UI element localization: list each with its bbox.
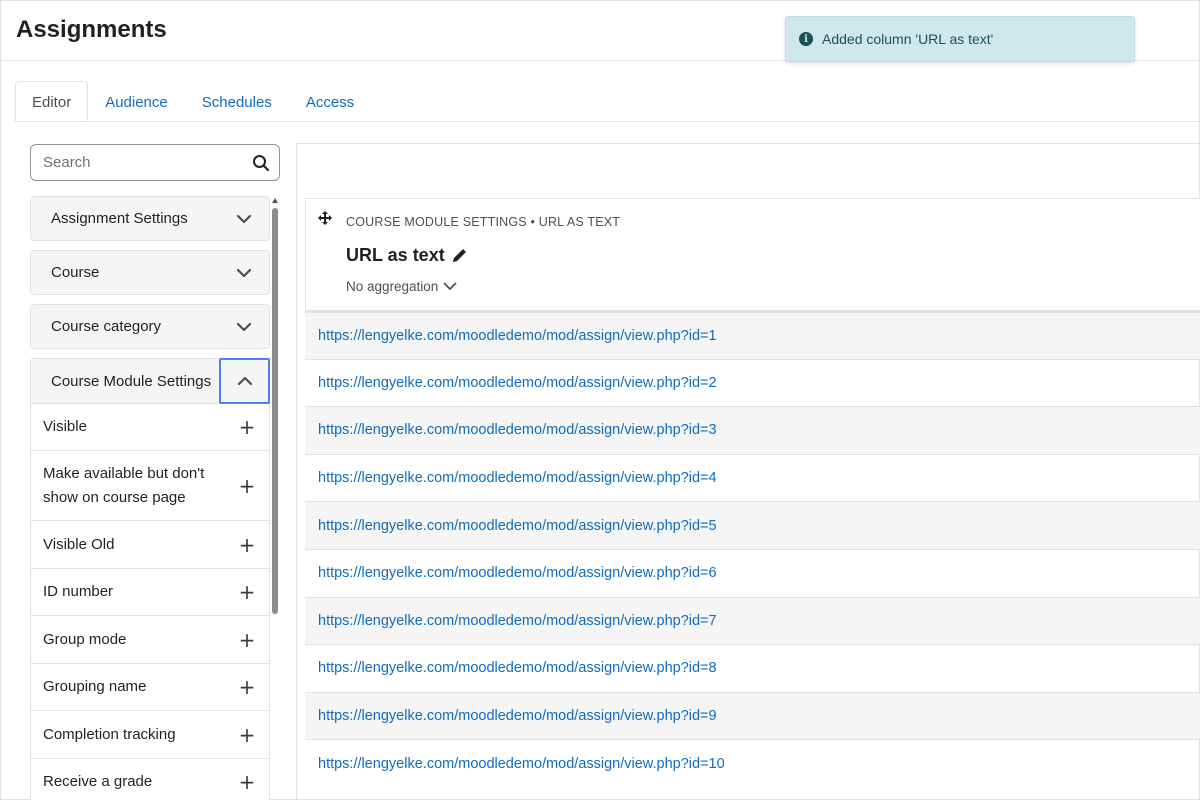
table-row: https://lengyelke.com/moodledemo/mod/ass… (305, 644, 1200, 692)
field-label: Grouping name (43, 678, 147, 695)
section-assignment-settings[interactable]: Assignment Settings (30, 196, 270, 241)
url-link[interactable]: https://lengyelke.com/moodledemo/mod/ass… (318, 328, 717, 344)
field-label: Visible (43, 418, 87, 435)
field-label: Completion tracking (43, 725, 176, 743)
url-link[interactable]: https://lengyelke.com/moodledemo/mod/ass… (318, 756, 725, 772)
section-label: Course category (51, 318, 162, 335)
column-breadcrumb: COURSE MODULE SETTINGS • URL AS TEXT (346, 215, 621, 229)
section-course-category[interactable]: Course category (30, 304, 270, 349)
plus-icon[interactable]: + (237, 675, 257, 699)
plus-icon[interactable]: + (237, 415, 257, 439)
plus-icon[interactable]: + (237, 580, 257, 604)
field-label: Visible Old (43, 535, 115, 553)
url-link[interactable]: https://lengyelke.com/moodledemo/mod/ass… (318, 375, 717, 391)
aggregation-label: No aggregation (346, 279, 439, 294)
chevron-down-icon[interactable] (219, 196, 269, 241)
field-receive-a-grade[interactable]: Receive a grade + (31, 759, 269, 800)
report-rows: https://lengyelke.com/moodledemo/mod/ass… (305, 311, 1200, 787)
section-label: Course (51, 264, 100, 281)
field-group-mode[interactable]: Group mode + (31, 616, 269, 664)
tab-schedules[interactable]: Schedules (185, 81, 289, 122)
url-link[interactable]: https://lengyelke.com/moodledemo/mod/ass… (318, 565, 717, 581)
column-card: COURSE MODULE SETTINGS • URL AS TEXT URL… (305, 198, 1200, 311)
field-id-number[interactable]: ID number + (31, 569, 269, 616)
tab-access[interactable]: Access (289, 81, 371, 122)
sidebar: Assignment Settings Course Course catego… (30, 196, 270, 800)
field-grouping-name[interactable]: Grouping name + (31, 664, 269, 711)
field-completion-tracking[interactable]: Completion tracking + (31, 711, 269, 759)
table-row: https://lengyelke.com/moodledemo/mod/ass… (305, 311, 1200, 359)
section-course-module-settings: Course Module Settings Visible + Make av… (30, 358, 270, 800)
field-label: Group mode (43, 630, 127, 648)
url-link[interactable]: https://lengyelke.com/moodledemo/mod/ass… (318, 708, 717, 724)
table-row: https://lengyelke.com/moodledemo/mod/ass… (305, 596, 1200, 645)
section-label: Course Module Settings (51, 372, 212, 390)
sidebar-scrollbar[interactable] (272, 198, 278, 800)
search-box (30, 144, 280, 181)
aggregation-select[interactable]: No aggregation (346, 279, 457, 294)
table-row: https://lengyelke.com/moodledemo/mod/ass… (305, 548, 1200, 597)
table-row: https://lengyelke.com/moodledemo/mod/ass… (305, 691, 1200, 740)
table-row: https://lengyelke.com/moodledemo/mod/ass… (305, 358, 1200, 407)
move-icon[interactable] (318, 211, 332, 225)
field-label: ID number (43, 583, 114, 600)
field-visible-old[interactable]: Visible Old + (31, 521, 269, 569)
scroll-up-arrow-icon[interactable] (272, 198, 278, 203)
url-link[interactable]: https://lengyelke.com/moodledemo/mod/ass… (318, 660, 717, 676)
chevron-down-icon (443, 282, 457, 290)
tab-label: Schedules (201, 93, 272, 111)
toast-message: Added column 'URL as text' (822, 31, 994, 47)
field-label: Make available but don't show on course … (43, 464, 205, 506)
chevron-up-icon[interactable] (219, 358, 270, 404)
column-title: URL as text (346, 245, 468, 266)
pencil-icon[interactable] (451, 247, 468, 264)
scrollbar-thumb[interactable] (272, 208, 278, 614)
page-title: Assignments (16, 16, 167, 43)
plus-icon[interactable]: + (237, 533, 257, 557)
section-label: Assignment Settings (51, 210, 188, 227)
url-link[interactable]: https://lengyelke.com/moodledemo/mod/ass… (318, 470, 717, 486)
column-title-text: URL as text (346, 245, 445, 265)
tab-label: Access (305, 93, 355, 111)
chevron-down-icon[interactable] (219, 304, 269, 349)
plus-icon[interactable]: + (237, 723, 257, 747)
plus-icon[interactable]: + (237, 628, 257, 652)
field-make-available[interactable]: Make available but don't show on course … (31, 451, 269, 521)
tabs-divider (15, 121, 1200, 122)
chevron-down-icon[interactable] (219, 250, 269, 295)
table-row: https://lengyelke.com/moodledemo/mod/ass… (305, 501, 1200, 549)
info-icon: i (799, 32, 813, 46)
url-link[interactable]: https://lengyelke.com/moodledemo/mod/ass… (318, 518, 717, 534)
table-row: https://lengyelke.com/moodledemo/mod/ass… (305, 406, 1200, 454)
table-row: https://lengyelke.com/moodledemo/mod/ass… (305, 739, 1200, 787)
search-icon[interactable] (252, 154, 270, 172)
section-course[interactable]: Course (30, 250, 270, 295)
plus-icon[interactable]: + (237, 474, 257, 498)
table-row: https://lengyelke.com/moodledemo/mod/ass… (305, 453, 1200, 502)
tab-bar: Editor Audience Schedules Access (15, 81, 371, 122)
plus-icon[interactable]: + (237, 770, 257, 794)
field-label: Receive a grade (43, 773, 153, 790)
url-link[interactable]: https://lengyelke.com/moodledemo/mod/ass… (318, 613, 717, 629)
tab-label: Editor (32, 93, 72, 111)
toast-notification: i Added column 'URL as text' (785, 16, 1135, 62)
search-input[interactable] (31, 145, 241, 180)
section-course-module-settings-header[interactable]: Course Module Settings (31, 358, 270, 404)
url-link[interactable]: https://lengyelke.com/moodledemo/mod/ass… (318, 422, 717, 438)
field-visible[interactable]: Visible + (31, 404, 269, 451)
tab-label: Audience (105, 93, 168, 111)
tab-audience[interactable]: Audience (88, 81, 185, 122)
tab-editor[interactable]: Editor (15, 81, 89, 122)
